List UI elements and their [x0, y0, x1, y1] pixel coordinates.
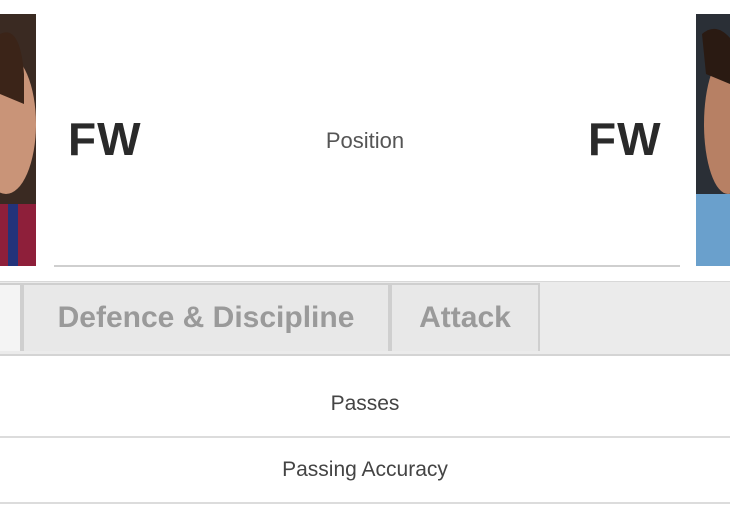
row-divider — [0, 502, 730, 504]
right-player-position: FW — [588, 113, 662, 165]
row-divider — [0, 436, 730, 438]
stat-row-passes: Passes — [330, 392, 400, 415]
stat-row-passing-accuracy: Passing Accuracy — [282, 458, 448, 481]
tab-attack[interactable]: Attack — [390, 283, 540, 351]
header-divider — [54, 265, 680, 267]
tab-defence-discipline[interactable]: Defence & Discipline — [22, 283, 390, 351]
tab-overview-partial[interactable] — [0, 283, 22, 351]
